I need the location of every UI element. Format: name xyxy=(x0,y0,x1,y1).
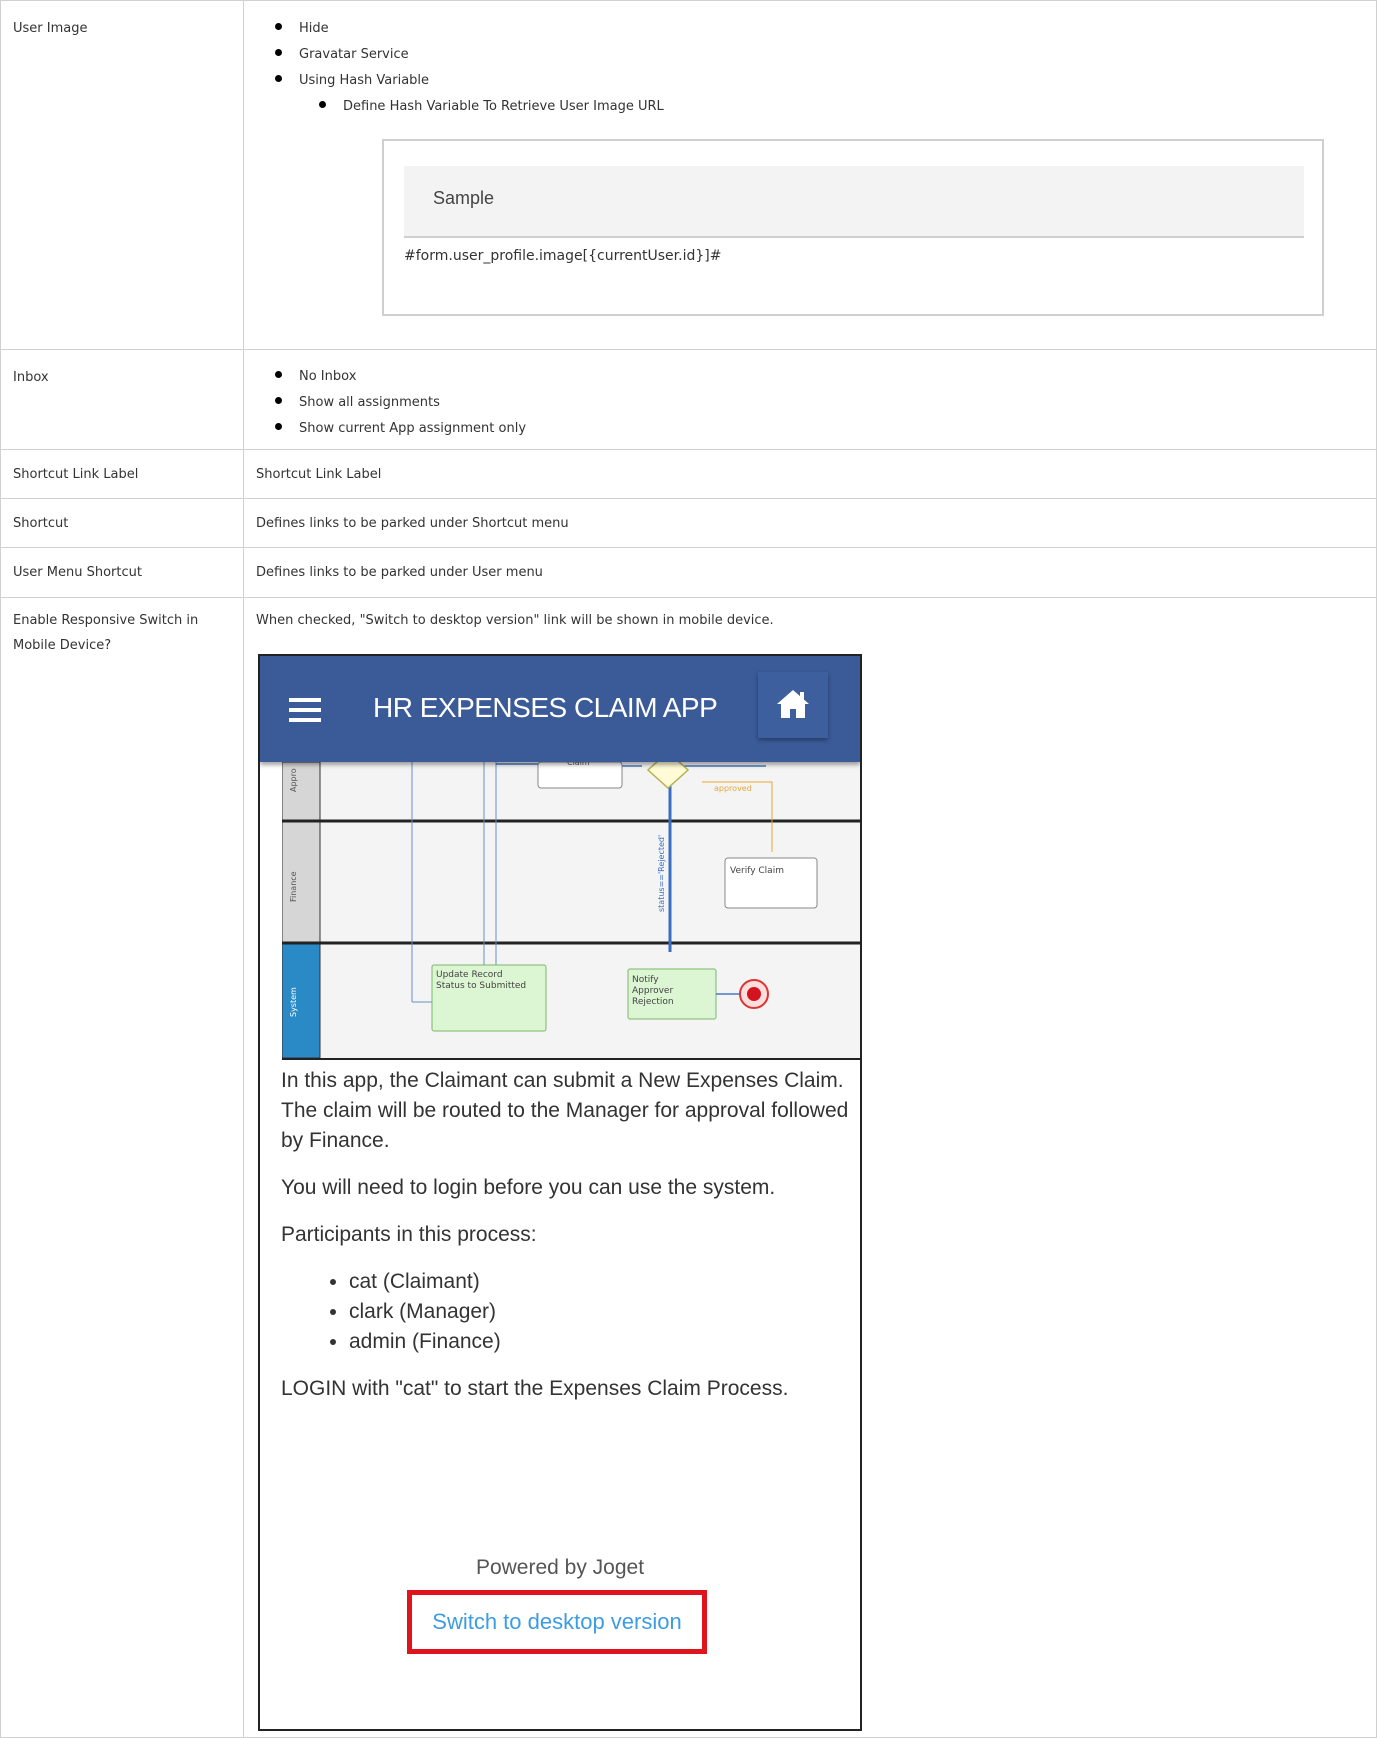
home-icon xyxy=(777,690,809,718)
sample-panel-header: Sample xyxy=(404,166,1304,238)
property-name-cell: Inbox xyxy=(0,349,244,450)
lane-label-system: System xyxy=(289,987,298,1017)
process-diagram: Appro Finance System approved status=='R… xyxy=(282,762,860,1060)
sample-title: Sample xyxy=(433,188,495,208)
property-name: User Menu Shortcut xyxy=(13,565,142,580)
property-name: Inbox xyxy=(13,370,49,385)
paragraph: You will need to login before you can us… xyxy=(281,1176,776,1199)
svg-text:Update Record: Update Record xyxy=(436,970,503,980)
mobile-screenshot: HR EXPENSES CLAIM APP Appro Finance Syst… xyxy=(258,654,862,1731)
list-item: No Inbox xyxy=(275,364,1364,390)
list-item: Define Hash Variable To Retrieve User Im… xyxy=(319,94,1364,120)
app-header: HR EXPENSES CLAIM APP xyxy=(260,656,860,762)
property-name-cell: Enable Responsive Switch in Mobile Devic… xyxy=(0,597,244,1738)
property-name: Shortcut xyxy=(13,516,69,531)
list-item: Using Hash Variable Define Hash Variable… xyxy=(275,68,1364,120)
participants-list: cat (Claimant) clark (Manager) admin (Fi… xyxy=(281,1267,851,1357)
app-title: HR EXPENSES CLAIM APP xyxy=(373,692,718,723)
table-row: User Menu Shortcut Defines links to be p… xyxy=(0,547,1377,598)
property-value: Defines links to be parked under User me… xyxy=(256,565,543,580)
svg-text:Verify Claim: Verify Claim xyxy=(730,866,784,876)
sample-panel: Sample #form.user_profile.image[{current… xyxy=(382,139,1324,316)
table-row: Shortcut Defines links to be parked unde… xyxy=(0,498,1377,548)
list-item: Gravatar Service xyxy=(275,42,1364,68)
property-name-cell: User Menu Shortcut xyxy=(0,547,244,598)
list-item: Hide xyxy=(275,16,1364,42)
menu-icon[interactable] xyxy=(289,698,321,722)
property-name-cell: Shortcut xyxy=(0,498,244,548)
switch-highlight: Switch to desktop version xyxy=(407,1590,707,1654)
svg-text:Status to Submitted: Status to Submitted xyxy=(436,981,526,991)
svg-text:Rejection: Rejection xyxy=(632,997,674,1007)
process-diagram-svg: Appro Finance System approved status=='R… xyxy=(282,762,860,1058)
edge-label-status-rejected: status=='Rejected' xyxy=(657,835,666,912)
property-value-cell: Defines links to be parked under User me… xyxy=(243,547,1377,598)
paragraph: In this app, the Claimant can submit a N… xyxy=(281,1069,849,1152)
edge-label-approved: approved xyxy=(714,784,752,793)
property-value: Defines links to be parked under Shortcu… xyxy=(256,516,569,531)
user-image-options: Hide Gravatar Service Using Hash Variabl… xyxy=(2,1,1376,120)
property-value-cell: No Inbox Show all assignments Show curre… xyxy=(243,349,1377,450)
property-value-cell: Defines links to be parked under Shortcu… xyxy=(243,498,1377,548)
svg-text:Approver: Approver xyxy=(632,986,673,996)
home-button[interactable] xyxy=(758,672,828,738)
svg-text:Claim: Claim xyxy=(567,762,590,767)
table-row: Inbox No Inbox Show all assignments Show… xyxy=(0,349,1377,450)
list-item: Show all assignments xyxy=(275,390,1364,416)
table-row: Shortcut Link Label Shortcut Link Label xyxy=(0,449,1377,499)
property-name: Shortcut Link Label xyxy=(13,467,139,482)
property-value: Shortcut Link Label xyxy=(256,467,382,482)
switch-to-desktop-link[interactable]: Switch to desktop version xyxy=(412,1609,702,1635)
property-name-cell: Shortcut Link Label xyxy=(0,449,244,499)
node-gateway xyxy=(646,762,690,790)
list-item: cat (Claimant) xyxy=(349,1267,851,1297)
list-item: Show current App assignment only xyxy=(275,416,1364,442)
lane-label-approver: Appro xyxy=(289,768,298,792)
property-value: When checked, "Switch to desktop version… xyxy=(256,613,774,628)
property-value-cell: Shortcut Link Label xyxy=(243,449,1377,499)
login-instructions: LOGIN with "cat" to start the Expenses C… xyxy=(281,1377,789,1400)
property-name: Enable Responsive Switch in Mobile Devic… xyxy=(13,613,199,653)
list-item-label: Using Hash Variable xyxy=(299,73,430,88)
sample-code: #form.user_profile.image[{currentUser.id… xyxy=(404,248,722,264)
list-item: clark (Manager) xyxy=(349,1297,851,1327)
list-item: admin (Finance) xyxy=(349,1327,851,1357)
paragraph: Participants in this process: xyxy=(281,1223,537,1246)
inbox-options: No Inbox Show all assignments Show curre… xyxy=(244,350,1376,442)
svg-text:Notify: Notify xyxy=(632,975,659,985)
app-description: In this app, the Claimant can submit a N… xyxy=(281,1066,851,1421)
powered-by: Powered by Joget xyxy=(475,1556,645,1579)
lane-label-finance: Finance xyxy=(289,871,298,902)
